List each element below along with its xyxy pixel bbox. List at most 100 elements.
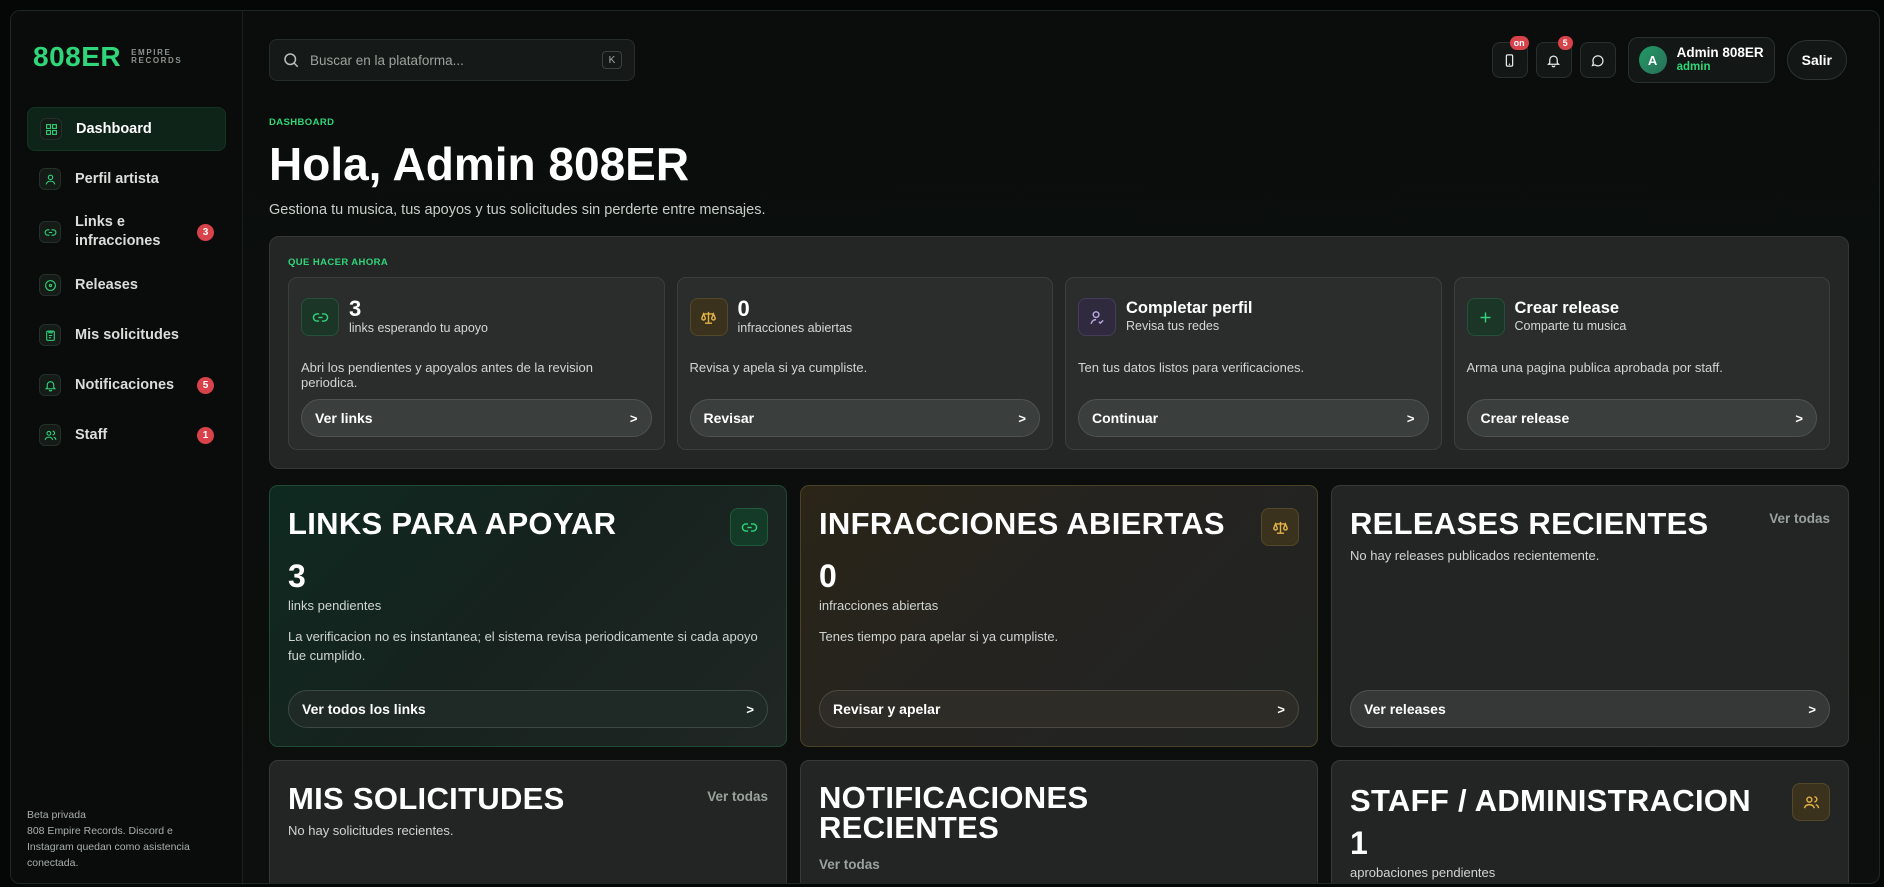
continuar-button[interactable]: Continuar > bbox=[1078, 399, 1429, 437]
sidebar-item-dashboard[interactable]: Dashboard bbox=[27, 107, 226, 151]
infractions-card: INFRACCIONES ABIERTAS 0 infracciones abi… bbox=[800, 485, 1318, 747]
link-icon bbox=[301, 298, 339, 336]
sidebar-item-notificaciones[interactable]: Notificaciones 5 bbox=[27, 363, 226, 407]
phone-icon bbox=[1505, 53, 1514, 67]
sidebar: 808ER EMPIRE RECORDS Dashboard Perfil ar… bbox=[11, 11, 243, 883]
sidebar-badge: 3 bbox=[197, 223, 214, 241]
card-count: 1 bbox=[1350, 825, 1368, 861]
card-empty-state: No hay solicitudes recientes. bbox=[288, 823, 454, 838]
plus-icon bbox=[1466, 298, 1505, 336]
requests-see-all-link[interactable]: Ver todas bbox=[707, 789, 768, 804]
notifications-button[interactable]: 5 bbox=[1535, 36, 1573, 78]
sidebar-item-label: Notificaciones bbox=[75, 376, 175, 393]
sidebar-item-label: Staff bbox=[75, 426, 108, 443]
releases-card: RELEASES RECIENTES Ver todas No hay rele… bbox=[1331, 485, 1849, 747]
step-card-release: Crear release Comparte tu musica Arma un… bbox=[1453, 277, 1830, 450]
crear-release-button[interactable]: Crear release > bbox=[1466, 399, 1817, 437]
revisar-apelar-button[interactable]: Revisar y apelar > bbox=[819, 690, 1299, 728]
card-description: La verificacion no es instantanea; el si… bbox=[288, 629, 758, 663]
sidebar-item-links-infracciones[interactable]: Links e infracciones 3 bbox=[27, 207, 226, 257]
bell-icon bbox=[1547, 55, 1561, 67]
step-count: 0 bbox=[737, 296, 750, 321]
arrow-right-icon: > bbox=[1808, 701, 1816, 717]
ver-links-button[interactable]: Ver links > bbox=[301, 399, 652, 437]
step-description: Ten tus datos listos para verificaciones… bbox=[1078, 360, 1305, 375]
card-title: NOTIFICACIONES RECIENTES bbox=[819, 782, 1299, 845]
ver-releases-button[interactable]: Ver releases > bbox=[1350, 690, 1830, 728]
card-empty-state: No hay releases publicados recientemente… bbox=[1350, 548, 1600, 563]
main-content: Buscar en la plataforma... K on 5 A Admi… bbox=[243, 11, 1879, 883]
sidebar-item-mis-solicitudes[interactable]: Mis solicitudes bbox=[27, 313, 226, 357]
card-description: Tenes tiempo para apelar si ya cumpliste… bbox=[819, 629, 1059, 644]
sidebar-item-label: Links e infracciones bbox=[75, 214, 161, 249]
releases-see-all-link[interactable]: Ver todas bbox=[1769, 511, 1830, 526]
scale-icon bbox=[1261, 508, 1299, 546]
mobile-status-badge: on bbox=[1509, 36, 1529, 50]
card-title: MIS SOLICITUDES bbox=[288, 781, 565, 816]
step-caption: Comparte tu musica bbox=[1514, 319, 1627, 333]
staff-card: STAFF / ADMINISTRACION 1 aprobaciones pe… bbox=[1331, 760, 1849, 883]
button-label: Revisar bbox=[703, 410, 755, 426]
sidebar-footer: Beta privada 808 Empire Records. Discord… bbox=[27, 807, 217, 871]
disc-icon bbox=[39, 274, 61, 296]
step-card-infracciones: 0 infracciones abiertas Revisa y apela s… bbox=[676, 277, 1053, 450]
step-caption: links esperando tu apoyo bbox=[349, 321, 488, 335]
search-input[interactable]: Buscar en la plataforma... K bbox=[269, 39, 635, 81]
search-placeholder: Buscar en la plataforma... bbox=[310, 52, 464, 68]
step-description: Arma una pagina publica aprobada por sta… bbox=[1466, 360, 1723, 375]
button-label: Ver links bbox=[315, 410, 373, 426]
clipboard-icon bbox=[39, 324, 61, 346]
sidebar-item-staff[interactable]: Staff 1 bbox=[27, 413, 226, 457]
user-name: Admin 808ER bbox=[1676, 45, 1764, 60]
step-card-links: 3 links esperando tu apoyo Abri los pend… bbox=[288, 277, 665, 450]
card-title: STAFF / ADMINISTRACION bbox=[1350, 783, 1751, 818]
mobile-button[interactable]: on bbox=[1491, 36, 1529, 78]
page-title: Hola, Admin 808ER bbox=[269, 138, 690, 190]
brand-subtitle-line2: RECORDS bbox=[131, 56, 183, 65]
topbar: Buscar en la plataforma... K on 5 A Admi… bbox=[269, 36, 1847, 83]
sidebar-badge: 5 bbox=[197, 376, 214, 394]
next-steps-eyebrow: QUE HACER AHORA bbox=[288, 257, 389, 268]
arrow-right-icon: > bbox=[629, 410, 638, 426]
button-label: Revisar y apelar bbox=[833, 701, 941, 717]
arrow-right-icon: > bbox=[1277, 701, 1285, 717]
link-icon bbox=[39, 221, 61, 243]
ver-todos-links-button[interactable]: Ver todos los links > bbox=[288, 690, 768, 728]
sidebar-item-releases[interactable]: Releases bbox=[27, 263, 226, 307]
requests-card: MIS SOLICITUDES Ver todas No hay solicit… bbox=[269, 760, 787, 883]
bell-icon bbox=[39, 374, 61, 396]
messages-button[interactable] bbox=[1579, 42, 1616, 78]
avatar: A bbox=[1638, 46, 1667, 74]
card-title-line2: RECIENTES bbox=[819, 810, 1000, 845]
step-count: 3 bbox=[349, 296, 362, 321]
card-title: RELEASES RECIENTES bbox=[1350, 506, 1709, 541]
card-count: 3 bbox=[288, 558, 306, 594]
revisar-button[interactable]: Revisar > bbox=[689, 399, 1040, 437]
sidebar-item-label: Dashboard bbox=[76, 120, 152, 137]
arrow-right-icon: > bbox=[1795, 410, 1803, 426]
card-count-label: infracciones abiertas bbox=[819, 598, 939, 613]
step-description: Abri los pendientes y apoyalos antes de … bbox=[301, 360, 593, 390]
card-title: LINKS PARA APOYAR bbox=[288, 506, 617, 541]
notifications-see-all-link[interactable]: Ver todas bbox=[819, 857, 1299, 872]
dashboard-cards: LINKS PARA APOYAR 3 links pendientes La … bbox=[269, 485, 1849, 883]
card-count: 0 bbox=[819, 558, 837, 594]
button-label: Ver releases bbox=[1364, 701, 1446, 717]
search-shortcut: K bbox=[602, 51, 622, 69]
logout-button[interactable]: Salir bbox=[1786, 40, 1847, 80]
sidebar-footer-text: 808 Empire Records. Discord e Instagram … bbox=[27, 825, 190, 869]
user-menu[interactable]: A Admin 808ER admin bbox=[1627, 37, 1775, 83]
arrow-right-icon: > bbox=[1406, 410, 1415, 426]
next-steps-panel: QUE HACER AHORA 3 links esperando tu apo… bbox=[269, 236, 1849, 469]
sidebar-item-perfil-artista[interactable]: Perfil artista bbox=[27, 157, 226, 201]
user-icon bbox=[39, 168, 61, 190]
brand[interactable]: 808ER EMPIRE RECORDS bbox=[33, 41, 226, 73]
sidebar-item-label: Perfil artista bbox=[75, 170, 159, 187]
card-title: INFRACCIONES ABIERTAS bbox=[819, 506, 1225, 541]
app-window: 808ER EMPIRE RECORDS Dashboard Perfil ar… bbox=[10, 10, 1880, 884]
button-label: Crear release bbox=[1480, 410, 1570, 426]
user-role: admin bbox=[1676, 61, 1711, 73]
scale-icon bbox=[689, 298, 728, 336]
sidebar-item-label: Releases bbox=[75, 276, 138, 293]
next-steps-list: 3 links esperando tu apoyo Abri los pend… bbox=[288, 277, 1830, 450]
